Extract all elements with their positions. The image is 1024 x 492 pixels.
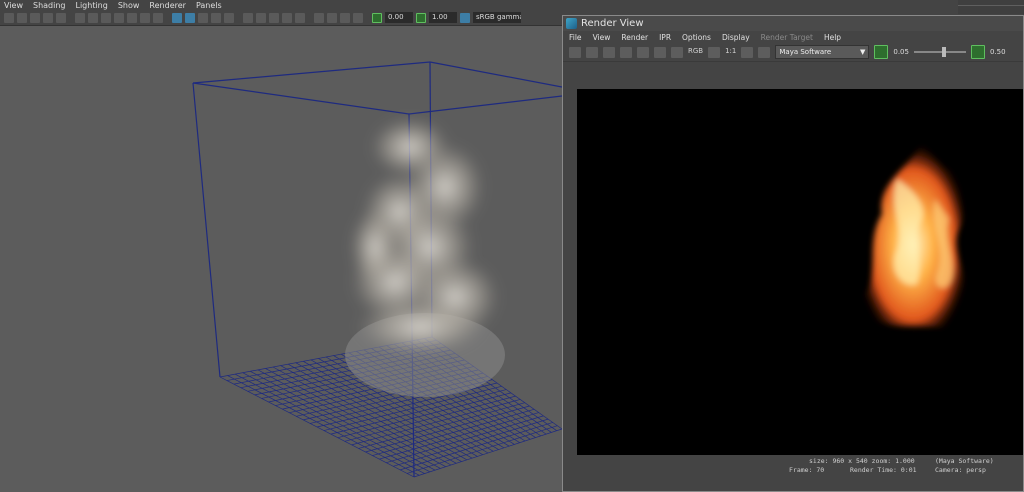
motion-blur-icon[interactable] xyxy=(269,12,279,23)
rv-menu-file[interactable]: File xyxy=(569,33,582,42)
camera-icon[interactable] xyxy=(4,12,14,23)
main-menu-view[interactable]: View xyxy=(4,1,23,10)
film-gate-icon[interactable] xyxy=(88,12,98,23)
viewport-scene xyxy=(192,61,562,478)
main-menu-lighting[interactable]: Lighting xyxy=(75,1,107,10)
renderer-dropdown[interactable]: Maya Software ▼ xyxy=(775,45,870,59)
grid-icon[interactable] xyxy=(75,12,85,23)
render-settings-icon[interactable] xyxy=(671,46,683,58)
color-management-icon[interactable] xyxy=(460,12,470,23)
pan-zoom-icon[interactable] xyxy=(56,12,66,23)
wireframe-icon[interactable] xyxy=(172,12,182,23)
render-renderer-text: (Maya Software) xyxy=(935,457,994,465)
bookmark-icon[interactable] xyxy=(30,12,40,23)
resolution-gate-icon[interactable] xyxy=(101,12,111,23)
panel-header-strip xyxy=(958,0,1024,14)
chevron-down-icon: ▼ xyxy=(859,48,866,56)
gate-mask-icon[interactable] xyxy=(114,12,124,23)
gamma-icon[interactable] xyxy=(416,12,426,23)
render-view-menubar: File View Render IPR Options Display Render Ta… xyxy=(563,31,1023,43)
perspective-viewport[interactable] xyxy=(0,27,562,492)
gamma-value[interactable]: 0.50 xyxy=(990,48,1006,56)
default-material-icon[interactable] xyxy=(198,12,208,23)
depth-of-field-icon[interactable] xyxy=(295,12,305,23)
frame-text: Frame: 70 xyxy=(789,466,825,474)
keep-image-icon[interactable] xyxy=(741,46,754,58)
rendered-flame-image xyxy=(861,144,965,328)
lights-icon[interactable] xyxy=(243,12,253,23)
main-menubar: View Shading Lighting Show Renderer Panels xyxy=(0,0,1024,10)
rv-menu-render[interactable]: Render xyxy=(621,33,648,42)
rv-menu-ipr[interactable]: IPR xyxy=(659,33,671,42)
render-view-title: Render View xyxy=(581,18,644,29)
shadows-icon[interactable] xyxy=(224,12,234,23)
xray-components-icon[interactable] xyxy=(340,12,350,23)
xray-joints-icon[interactable] xyxy=(327,12,337,23)
maya-logo-icon xyxy=(566,18,577,29)
image-plane-icon[interactable] xyxy=(43,12,53,23)
rv-menu-display[interactable]: Display xyxy=(722,33,750,42)
exposure-value[interactable]: 0.05 xyxy=(893,48,909,56)
render-time-text: Render Time: 0:01 xyxy=(850,466,917,474)
refresh-ipr-icon[interactable] xyxy=(654,46,666,58)
smoke-volume xyxy=(350,117,500,355)
gamma-icon[interactable] xyxy=(970,45,985,59)
rv-menu-options[interactable]: Options xyxy=(682,33,711,42)
snapshot-icon[interactable] xyxy=(603,46,615,58)
render-view-toolbar: RGB 1:1 Maya Software ▼ 0.05 0.50 xyxy=(563,43,1023,62)
render-size-text: size: 960 x 540 zoom: 1.000 xyxy=(809,457,915,465)
smooth-shade-icon[interactable] xyxy=(185,12,195,23)
antialiasing-icon[interactable] xyxy=(282,12,292,23)
render-view-titlebar[interactable]: Render View xyxy=(563,16,1023,31)
main-menu-shading[interactable]: Shading xyxy=(33,1,66,10)
camera-attributes-icon[interactable] xyxy=(17,12,27,23)
render-view-window[interactable]: Render View File View Render IPR Options Disp… xyxy=(562,15,1024,492)
screen-space-ao-icon[interactable] xyxy=(256,12,266,23)
xray-icon[interactable] xyxy=(211,12,221,23)
field-chart-icon[interactable] xyxy=(127,12,137,23)
render-image-canvas[interactable] xyxy=(577,89,1023,455)
safe-title-icon[interactable] xyxy=(153,12,163,23)
alpha-channel-icon[interactable] xyxy=(708,46,721,58)
isolate-select-icon[interactable] xyxy=(314,12,324,23)
remove-image-icon[interactable] xyxy=(758,46,771,58)
render-status-bar: size: 960 x 540 zoom: 1.000 (Maya Softwa… xyxy=(577,456,1023,478)
rv-menu-render-target: Render Target xyxy=(760,32,813,42)
rv-menu-view[interactable]: View xyxy=(593,33,611,42)
rv-menu-help[interactable]: Help xyxy=(824,33,841,42)
render-region-icon[interactable] xyxy=(586,46,598,58)
slider-handle[interactable] xyxy=(941,47,946,57)
redo-previous-render-icon[interactable] xyxy=(569,46,581,58)
renderer-dropdown-value: Maya Software xyxy=(779,48,832,56)
real-size-button[interactable]: 1:1 xyxy=(725,47,736,58)
exposure-icon[interactable] xyxy=(372,12,382,23)
camera-text: Camera: persp xyxy=(935,466,986,474)
ipr-render-icon[interactable] xyxy=(637,46,649,58)
backface-icon[interactable] xyxy=(353,12,363,23)
safe-action-icon[interactable] xyxy=(140,12,150,23)
color-space-field[interactable]: sRGB gamma xyxy=(473,12,521,23)
render-sequence-icon[interactable] xyxy=(620,46,632,58)
rgb-channels-button[interactable]: RGB xyxy=(688,47,703,58)
main-menu-panels[interactable]: Panels xyxy=(196,1,222,10)
main-menu-show[interactable]: Show xyxy=(118,1,140,10)
exposure-field[interactable]: 0.00 xyxy=(385,12,413,23)
exposure-slider[interactable] xyxy=(913,47,966,57)
main-menu-renderer[interactable]: Renderer xyxy=(149,1,186,10)
exposure-icon[interactable] xyxy=(874,45,889,59)
gamma-field[interactable]: 1.00 xyxy=(429,12,457,23)
